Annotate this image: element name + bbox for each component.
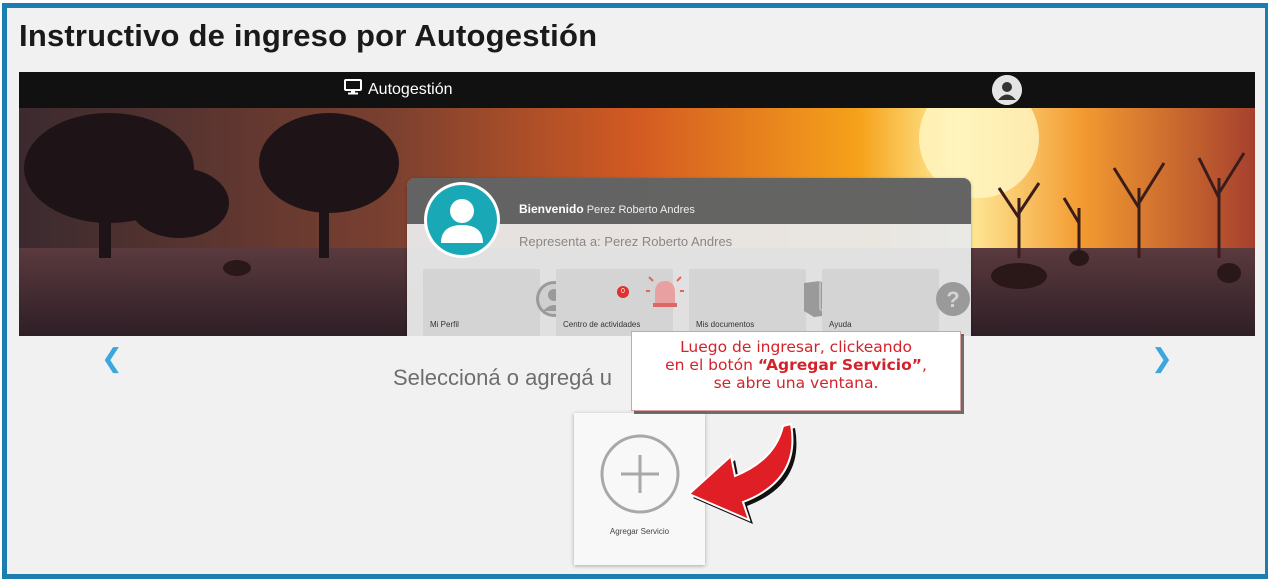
represents-text: Representa a: Perez Roberto Andres <box>519 234 733 249</box>
tile-mi-perfil[interactable]: Mi Perfil <box>423 269 572 336</box>
callout-highlight: “Agregar Servicio” <box>757 356 922 374</box>
tile-centro-de-actividades[interactable]: 0 Centro de actividades <box>556 269 684 336</box>
hero-banner: Bienvenido Perez Roberto Andres Represent… <box>19 108 1255 336</box>
welcome-label: Bienvenido <box>519 202 584 216</box>
chevron-right-icon: ❯ <box>1151 344 1173 374</box>
brand-label: Autogestión <box>368 80 453 98</box>
chevron-left-icon: ❮ <box>101 344 123 374</box>
document-frame: Instructivo de ingreso por Autogestión A… <box>2 3 1268 579</box>
tile-label: Centro de actividades <box>563 320 641 329</box>
brand-link[interactable]: Autogestión <box>344 79 453 100</box>
red-arrow-icon <box>687 422 797 524</box>
plus-circle-icon <box>600 434 680 514</box>
callout-line-3: se abre una ventana. <box>713 374 879 392</box>
welcome-text: Bienvenido Perez Roberto Andres <box>519 202 695 216</box>
carousel-prev-button[interactable]: ❮ <box>101 344 123 374</box>
monitor-icon <box>344 79 362 100</box>
callout-line-1: Luego de ingresar, clickeando <box>680 338 912 356</box>
user-name: Perez Roberto Andres <box>586 204 695 216</box>
callout-line-2-end: , <box>921 356 927 374</box>
callout-line-2: en el botón “Agregar Servicio”, <box>632 356 960 374</box>
profile-card: Bienvenido Perez Roberto Andres Represent… <box>407 178 971 336</box>
document-title: Instructivo de ingreso por Autogestión <box>19 18 598 53</box>
tile-ayuda[interactable]: ? Ayuda <box>822 269 970 336</box>
tile-label: Mi Perfil <box>430 320 459 329</box>
top-navbar: Autogestión <box>19 72 1255 108</box>
tile-label: Ayuda <box>829 320 852 329</box>
carousel-next-button[interactable]: ❯ <box>1151 344 1173 374</box>
instruction-callout: Luego de ingresar, clickeando en el botó… <box>631 331 961 411</box>
notification-badge: 0 <box>617 286 629 298</box>
tile-mis-documentos[interactable]: Mis documentos <box>689 269 831 336</box>
callout-line-2-text: en el botón <box>665 356 758 374</box>
tile-label: Mis documentos <box>696 320 755 329</box>
svg-text:?: ? <box>946 287 959 312</box>
select-service-text: Seleccioná o agregá u <box>393 365 612 390</box>
user-avatar-icon <box>992 75 1022 105</box>
app-screenshot: Autogestión Bienvenido Perez Roberto And… <box>19 72 1255 570</box>
profile-avatar <box>424 182 500 258</box>
user-icon <box>441 199 483 243</box>
user-menu-button[interactable] <box>992 75 1022 105</box>
